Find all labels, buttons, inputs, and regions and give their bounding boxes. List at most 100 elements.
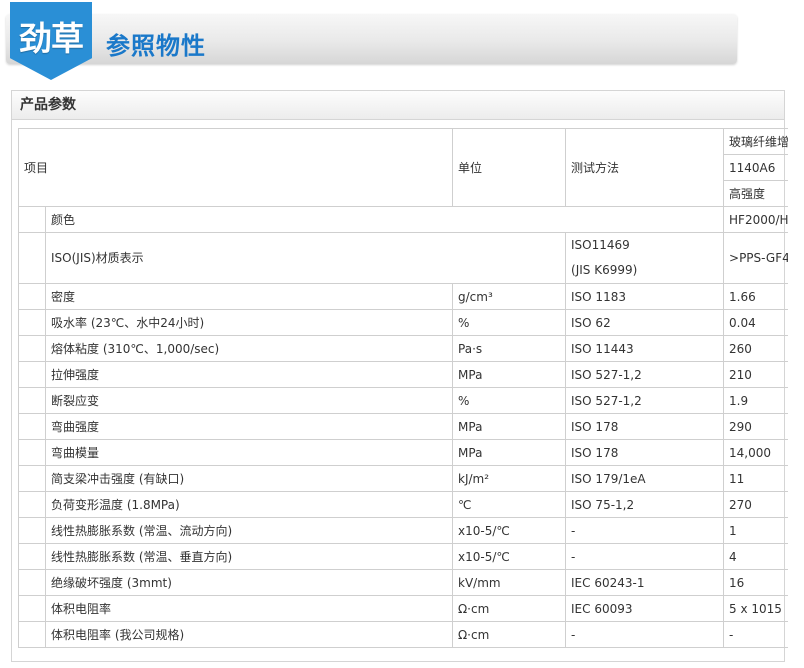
header-grade-line-3: 高强度	[723, 180, 788, 207]
row-value: 16	[723, 569, 788, 596]
table-row: 弯曲模量 MPa ISO 178 14,000	[18, 439, 788, 466]
row-value: HF2000/H	[723, 206, 788, 233]
panel-title: 产品参数	[12, 91, 784, 120]
row-unit: x10-5/℃	[452, 517, 567, 544]
row-indent	[18, 335, 46, 362]
row-value: 5 x 1015	[723, 595, 788, 622]
row-indent	[18, 491, 46, 518]
header-banner: 参照物性	[6, 14, 737, 64]
brand-logo: 劲草	[10, 2, 92, 80]
row-label: 颜色	[44, 206, 725, 233]
row-indent	[18, 413, 46, 440]
table-row: 弯曲强度 MPa ISO 178 290	[18, 413, 788, 440]
table-row: 断裂应变% ISO 527-1,2 1.9	[18, 387, 788, 414]
row-label: 弯曲模量	[44, 439, 454, 466]
row-unit: %	[452, 387, 567, 414]
row-indent	[18, 439, 46, 466]
row-unit: MPa	[452, 361, 567, 388]
row-indent	[18, 283, 46, 310]
row-indent	[18, 465, 46, 492]
row-method: ISO 527-1,2	[565, 361, 725, 388]
row-indent	[18, 517, 46, 544]
table-row: 吸水率 (23℃、水中24小时)% ISO 62 0.04	[18, 309, 788, 336]
row-label: ISO(JIS)材质表示	[44, 232, 567, 284]
row-label: 断裂应变	[44, 387, 454, 414]
row-unit: ℃	[452, 491, 567, 518]
row-method-line-1: ISO11469	[571, 238, 630, 252]
row-indent	[18, 621, 46, 648]
table-row: 线性热膨胀系数 (常温、流动方向) x10-5/℃ -1	[18, 517, 788, 544]
row-value: 14,000	[723, 439, 788, 466]
row-method: -	[565, 543, 725, 570]
row-method: ISO 75-1,2	[565, 491, 725, 518]
header-grade-line-1: 玻璃纤维增	[723, 128, 788, 155]
row-unit: x10-5/℃	[452, 543, 567, 570]
row-value: 1.66	[723, 283, 788, 310]
row-label: 体积电阻率 (我公司规格)	[44, 621, 454, 648]
row-unit: kV/mm	[452, 569, 567, 596]
row-method: ISO 179/1eA	[565, 465, 725, 492]
row-value: 11	[723, 465, 788, 492]
row-method: ISO 527-1,2	[565, 387, 725, 414]
row-method: ISO11469 (JIS K6999)	[565, 232, 725, 284]
brand-logo-text: 劲草	[19, 19, 84, 58]
table-row-iso: ISO(JIS)材质表示 ISO11469 (JIS K6999) >PPS-G…	[18, 232, 788, 284]
row-method: ISO 11443	[565, 335, 725, 362]
table-header-row: 项目 单位 测试方法 玻璃纤维增	[18, 128, 788, 207]
row-value: -	[723, 621, 788, 648]
row-label: 吸水率 (23℃、水中24小时)	[44, 309, 454, 336]
row-method: ISO 62	[565, 309, 725, 336]
table-row: 拉伸强度 MPa ISO 527-1,2 210	[18, 361, 788, 388]
spec-table-viewport[interactable]: 项目 单位 测试方法 玻璃纤维增 1140A6 高强度 颜色 HF2000/H …	[18, 128, 788, 668]
row-label: 熔体粘度 (310℃、1,000/sec)	[44, 335, 454, 362]
row-method: -	[565, 517, 725, 544]
row-unit: g/cm³	[452, 283, 567, 310]
row-label: 线性热膨胀系数 (常温、流动方向)	[44, 517, 454, 544]
row-indent	[18, 595, 46, 622]
row-method: ISO 1183	[565, 283, 725, 310]
row-unit: kJ/m²	[452, 465, 567, 492]
row-indent	[18, 543, 46, 570]
header-unit: 单位	[452, 128, 567, 207]
row-label: 线性热膨胀系数 (常温、垂直方向)	[44, 543, 454, 570]
row-value: 1	[723, 517, 788, 544]
table-row-color: 颜色 HF2000/H	[18, 206, 788, 233]
row-method: -	[565, 621, 725, 648]
row-indent	[18, 232, 46, 284]
row-indent	[18, 387, 46, 414]
row-unit: Pa·s	[452, 335, 567, 362]
row-unit: MPa	[452, 439, 567, 466]
header-method: 测试方法	[565, 128, 725, 207]
header-item: 项目	[18, 128, 454, 207]
row-unit: %	[452, 309, 567, 336]
row-indent	[18, 569, 46, 596]
row-value: 4	[723, 543, 788, 570]
table-row: 线性热膨胀系数 (常温、垂直方向) x10-5/℃ -4	[18, 543, 788, 570]
row-value: 210	[723, 361, 788, 388]
row-value: >PPS-GF4	[723, 232, 788, 284]
table-row: 熔体粘度 (310℃、1,000/sec) Pa·s ISO 11443 260	[18, 335, 788, 362]
row-unit: Ω·cm	[452, 595, 567, 622]
row-label: 绝缘破坏强度 (3mmt)	[44, 569, 454, 596]
header-grade-line-2: 1140A6	[723, 154, 788, 181]
table-row: 体积电阻率 (我公司规格) Ω·cm - -	[18, 621, 788, 648]
row-unit: Ω·cm	[452, 621, 567, 648]
row-label: 负荷变形温度 (1.8MPa)	[44, 491, 454, 518]
row-value: 270	[723, 491, 788, 518]
page-title: 参照物性	[106, 32, 206, 60]
row-label: 简支梁冲击强度 (有缺口)	[44, 465, 454, 492]
table-row: 密度 g/cm³ ISO 1183 1.66	[18, 283, 788, 310]
row-label: 弯曲强度	[44, 413, 454, 440]
row-indent	[18, 206, 46, 233]
row-value: 290	[723, 413, 788, 440]
row-method: ISO 178	[565, 439, 725, 466]
row-label: 体积电阻率	[44, 595, 454, 622]
table-row: 负荷变形温度 (1.8MPa) ℃ ISO 75-1,2 270	[18, 491, 788, 518]
table-row: 简支梁冲击强度 (有缺口) kJ/m² ISO 179/1eA 11	[18, 465, 788, 492]
row-method: IEC 60243-1	[565, 569, 725, 596]
table-row: 绝缘破坏强度 (3mmt) kV/mm IEC 60243-1 16	[18, 569, 788, 596]
row-label: 拉伸强度	[44, 361, 454, 388]
spec-table: 项目 单位 测试方法 玻璃纤维增 1140A6 高强度 颜色 HF2000/H …	[18, 128, 788, 648]
row-value: 1.9	[723, 387, 788, 414]
table-row: 体积电阻率 Ω·cm IEC 60093 5 x 1015	[18, 595, 788, 622]
